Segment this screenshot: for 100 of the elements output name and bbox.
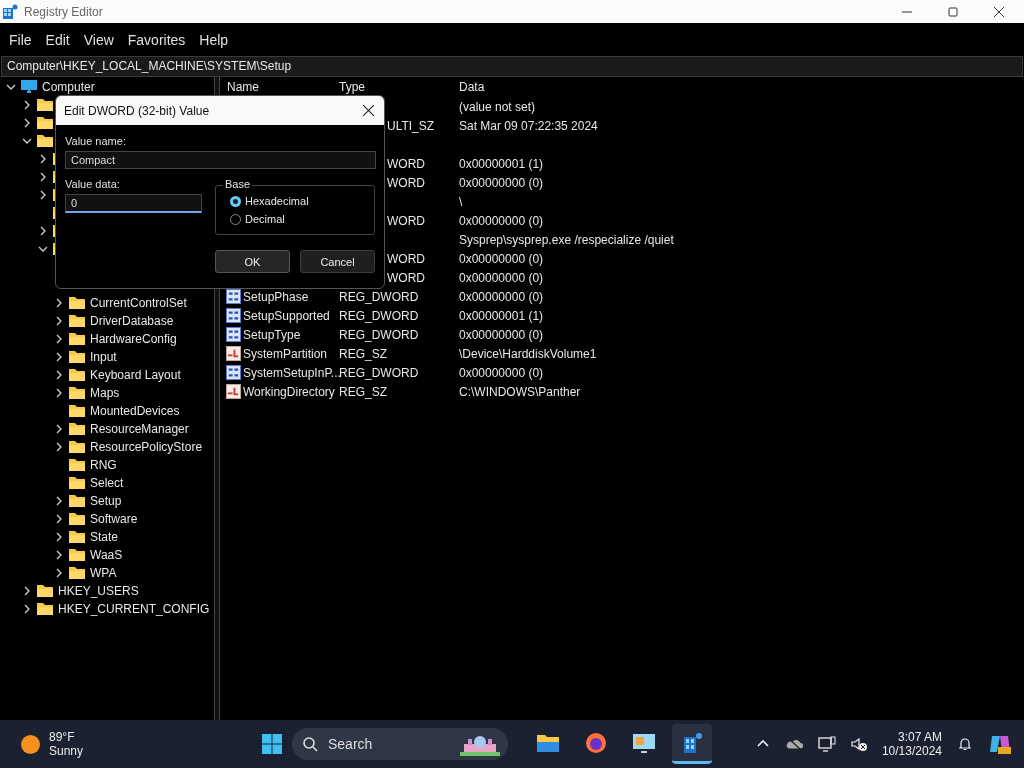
binary-value-icon bbox=[226, 289, 241, 304]
start-icon[interactable] bbox=[260, 732, 284, 756]
chevron-icon[interactable] bbox=[38, 172, 48, 182]
value-name[interactable]: SetupSupported bbox=[243, 308, 330, 323]
temperature[interactable]: 89°F bbox=[49, 730, 84, 744]
value-name[interactable]: SystemPartition bbox=[243, 346, 328, 361]
chevron-icon[interactable] bbox=[54, 532, 64, 542]
menu-item[interactable]: Edit bbox=[40, 29, 75, 50]
tree-item[interactable]: MountedDevices bbox=[90, 404, 180, 418]
value-name[interactable]: SetupPhase bbox=[243, 289, 309, 304]
folder-icon bbox=[36, 115, 54, 131]
menu-item[interactable]: Help bbox=[194, 29, 234, 50]
tree-item[interactable]: WaaS bbox=[90, 548, 123, 562]
monitor-icon[interactable] bbox=[817, 736, 836, 752]
tree-item[interactable]: Select bbox=[90, 476, 124, 490]
value-name[interactable]: SetupType bbox=[243, 327, 301, 342]
tree-item[interactable]: CurrentControlSet bbox=[90, 296, 187, 310]
chevron-icon[interactable] bbox=[38, 226, 48, 236]
chevron-icon[interactable] bbox=[54, 334, 64, 344]
column-header[interactable]: Type bbox=[339, 80, 459, 94]
string-value-icon bbox=[226, 384, 241, 399]
close-icon[interactable] bbox=[363, 105, 374, 116]
chevron-icon[interactable] bbox=[54, 550, 64, 560]
chevron-icon[interactable] bbox=[54, 568, 64, 578]
close-icon[interactable] bbox=[994, 6, 1004, 17]
folder-icon bbox=[68, 295, 86, 311]
value-type: WORD bbox=[387, 251, 425, 266]
browser-icon[interactable] bbox=[584, 730, 608, 755]
tree-item[interactable]: HardwareConfig bbox=[90, 332, 177, 346]
sun-icon[interactable] bbox=[20, 733, 41, 755]
registry-icon bbox=[2, 3, 18, 20]
chevron-icon[interactable] bbox=[54, 388, 64, 398]
field-label: Value name: bbox=[65, 135, 127, 147]
value-data: C:\WINDOWS\Panther bbox=[459, 384, 581, 399]
tree-item[interactable]: HKEY_CURRENT_CONFIG bbox=[58, 602, 210, 616]
tree-item[interactable]: Maps bbox=[90, 386, 120, 400]
chevron-icon[interactable] bbox=[22, 118, 32, 128]
value-name[interactable]: WorkingDirectory bbox=[243, 384, 335, 399]
menu-item[interactable]: Favorites bbox=[122, 29, 191, 50]
value-data: 0x00000000 (0) bbox=[459, 365, 544, 380]
radio-label[interactable]: Hexadecimal bbox=[245, 195, 309, 207]
folder-icon bbox=[68, 529, 86, 545]
folder-icon bbox=[68, 367, 86, 383]
column-header[interactable]: Name bbox=[220, 80, 339, 94]
tree-item[interactable]: State bbox=[90, 530, 119, 544]
chevron-icon[interactable] bbox=[22, 100, 32, 110]
chevron-icon[interactable] bbox=[54, 298, 64, 308]
value-data: 0x00000000 (0) bbox=[459, 175, 544, 190]
tree-item[interactable]: DriverDatabase bbox=[90, 314, 174, 328]
chevron-icon[interactable] bbox=[22, 586, 32, 596]
chevron-icon[interactable] bbox=[54, 424, 64, 434]
bell-icon[interactable] bbox=[956, 736, 974, 752]
tree-item[interactable]: Setup bbox=[90, 494, 122, 508]
tree-item[interactable]: Input bbox=[90, 350, 117, 364]
column-header[interactable]: Data bbox=[459, 80, 485, 94]
value-type: REG_SZ bbox=[339, 346, 387, 361]
ok-button[interactable]: OK bbox=[215, 250, 290, 273]
radio-button[interactable] bbox=[230, 195, 241, 207]
maximize-icon[interactable] bbox=[948, 6, 958, 17]
weather-condition[interactable]: Sunny bbox=[49, 744, 84, 758]
chevron-icon[interactable] bbox=[54, 316, 64, 326]
binary-value-icon bbox=[226, 327, 241, 342]
value-name-field[interactable]: Compact bbox=[65, 151, 376, 169]
tree-item[interactable]: ResourceManager bbox=[90, 422, 189, 436]
cloud-off-icon[interactable] bbox=[785, 736, 804, 752]
menu-item[interactable]: File bbox=[4, 29, 37, 50]
value-data: 0x00000000 (0) bbox=[459, 251, 544, 266]
chevron-icon[interactable] bbox=[54, 352, 64, 362]
search-icon bbox=[302, 736, 318, 752]
chevron-icon[interactable] bbox=[22, 136, 32, 146]
menu-item[interactable]: View bbox=[78, 29, 119, 50]
chevron-icon[interactable] bbox=[38, 244, 48, 254]
clock-date[interactable]: 10/13/2024 bbox=[881, 744, 942, 758]
tree-item[interactable]: HKEY_USERS bbox=[58, 584, 139, 598]
cancel-button[interactable]: Cancel bbox=[300, 250, 375, 273]
value-name[interactable]: SystemSetupInP... bbox=[243, 365, 341, 380]
chevron-icon[interactable] bbox=[54, 514, 64, 524]
tree-item[interactable]: WPA bbox=[90, 566, 117, 580]
tree-item[interactable]: Computer bbox=[42, 80, 95, 94]
tree-item[interactable]: Keyboard Layout bbox=[90, 368, 181, 382]
tree-item[interactable]: Software bbox=[90, 512, 138, 526]
chevron-icon[interactable] bbox=[54, 496, 64, 506]
value-data-field[interactable]: 0 bbox=[65, 194, 202, 213]
value-data: 0x00000001 (1) bbox=[459, 308, 544, 323]
chevron-icon[interactable] bbox=[22, 604, 32, 614]
address-bar[interactable]: Computer\HKEY_LOCAL_MACHINE\SYSTEM\Setup bbox=[1, 56, 1023, 77]
radio-label[interactable]: Decimal bbox=[245, 213, 285, 225]
chevron-icon[interactable] bbox=[38, 190, 48, 200]
value-type: WORD bbox=[387, 213, 425, 228]
chevron-icon[interactable] bbox=[54, 370, 64, 380]
chevron-icon[interactable] bbox=[6, 82, 16, 92]
string-value-icon bbox=[226, 346, 241, 361]
clock-time[interactable]: 3:07 AM bbox=[897, 730, 942, 744]
chevron-icon[interactable] bbox=[38, 154, 48, 164]
folder-icon bbox=[68, 493, 86, 509]
tree-item[interactable]: ResourcePolicyStore bbox=[90, 440, 203, 454]
chevron-icon[interactable] bbox=[54, 442, 64, 452]
speaker-muted-icon[interactable] bbox=[849, 736, 868, 752]
tree-item[interactable]: RNG bbox=[90, 458, 117, 472]
search-box[interactable]: Search bbox=[292, 728, 508, 760]
